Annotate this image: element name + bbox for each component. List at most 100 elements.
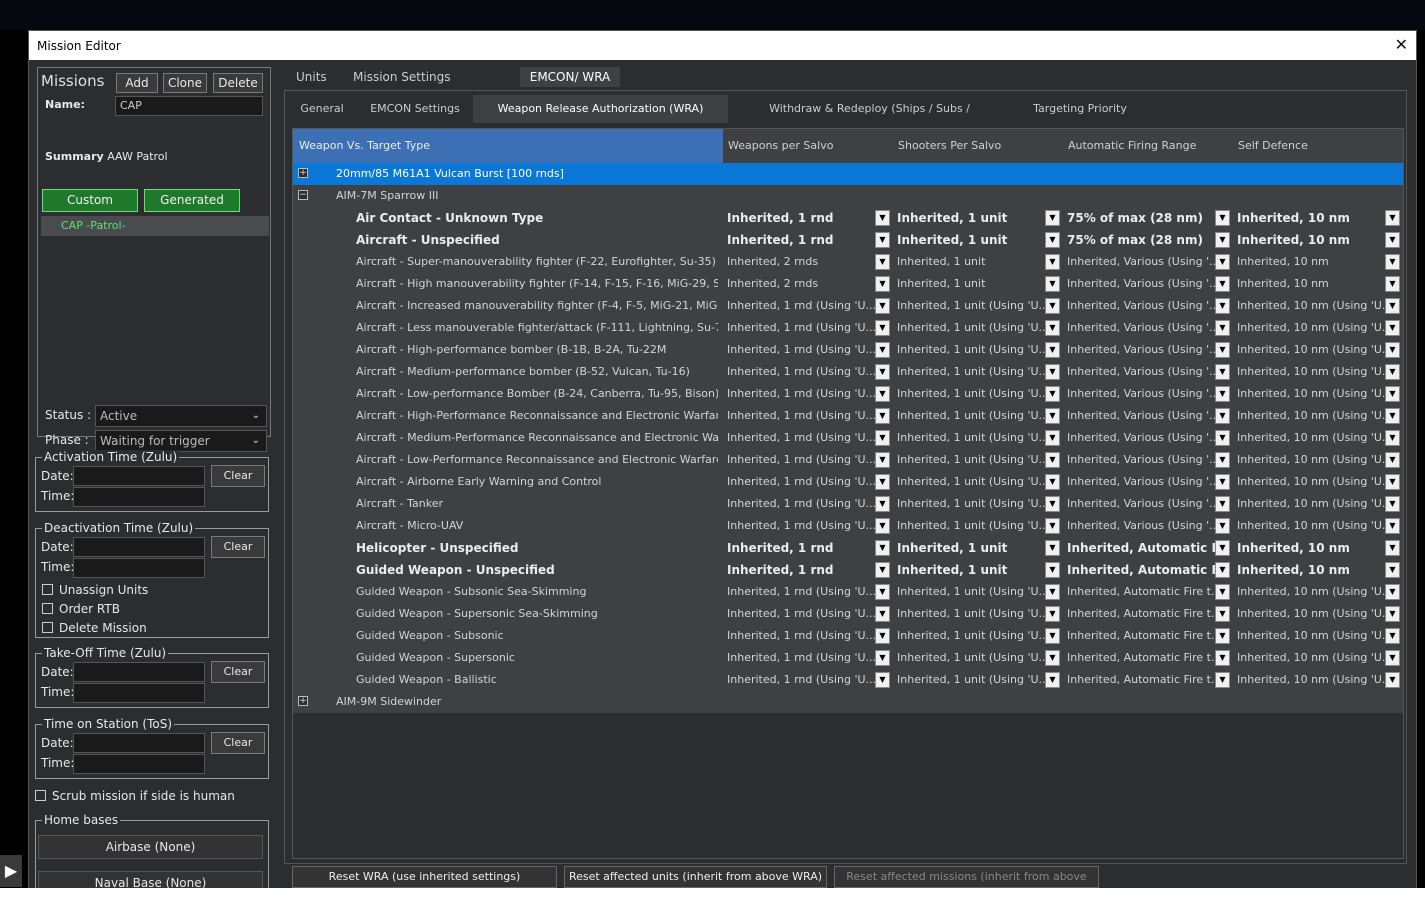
col-self-defence[interactable]: Self Defence (1238, 129, 1308, 163)
dropdown-arrow-icon[interactable]: ▼ (875, 320, 890, 336)
dropdown-arrow-icon[interactable]: ▼ (875, 298, 890, 314)
dropdown-arrow-icon[interactable]: ▼ (1385, 408, 1400, 424)
dropdown-arrow-icon[interactable]: ▼ (875, 254, 890, 270)
dropdown-arrow-icon[interactable]: ▼ (875, 386, 890, 402)
dropdown-arrow-icon[interactable]: ▼ (1385, 298, 1400, 314)
table-row[interactable]: Guided Weapon - Ballistic Inherited, 1 rn… (293, 669, 1403, 691)
activation-clear-button[interactable]: Clear (211, 465, 265, 487)
table-row[interactable]: Guided Weapon - Supersonic Inherited, 1 r… (293, 647, 1403, 669)
tab-mission-settings[interactable]: Mission Settings (353, 67, 463, 87)
dropdown-arrow-icon[interactable]: ▼ (875, 474, 890, 490)
dropdown-arrow-icon[interactable]: ▼ (1045, 232, 1060, 248)
dropdown-arrow-icon[interactable]: ▼ (1045, 364, 1060, 380)
dropdown-arrow-icon[interactable]: ▼ (1385, 342, 1400, 358)
takeoff-clear-button[interactable]: Clear (211, 661, 265, 683)
dropdown-arrow-icon[interactable]: ▼ (1385, 606, 1400, 622)
dropdown-arrow-icon[interactable]: ▼ (1045, 298, 1060, 314)
dropdown-arrow-icon[interactable]: ▼ (1215, 474, 1230, 490)
dropdown-arrow-icon[interactable]: ▼ (1215, 452, 1230, 468)
dropdown-arrow-icon[interactable]: ▼ (1215, 518, 1230, 534)
dropdown-arrow-icon[interactable]: ▼ (1045, 518, 1060, 534)
dropdown-arrow-icon[interactable]: ▼ (1045, 606, 1060, 622)
table-row[interactable]: Helicopter - Unspecified Inherited, 1 rnd… (293, 537, 1403, 559)
dropdown-arrow-icon[interactable]: ▼ (1385, 650, 1400, 666)
deactivation-time-input[interactable] (73, 558, 205, 578)
dropdown-arrow-icon[interactable]: ▼ (1215, 672, 1230, 688)
dropdown-arrow-icon[interactable]: ▼ (1045, 276, 1060, 292)
tab-general[interactable]: General (293, 95, 351, 123)
expand-icon[interactable]: + (298, 696, 308, 706)
tab-withdraw-redeploy[interactable]: Withdraw & Redeploy (Ships / Subs / Land… (757, 95, 982, 143)
col-weapon-vs-target[interactable]: Weapon Vs. Target Type (299, 129, 430, 163)
col-automatic-firing-range[interactable]: Automatic Firing Range (1068, 129, 1196, 163)
airbase-button[interactable]: Airbase (None) (38, 835, 263, 859)
dropdown-arrow-icon[interactable]: ▼ (875, 210, 890, 226)
dropdown-arrow-icon[interactable]: ▼ (1385, 276, 1400, 292)
status-select[interactable]: Active ⌄ (95, 405, 267, 427)
clone-button[interactable]: Clone (163, 73, 207, 93)
dropdown-arrow-icon[interactable]: ▼ (1045, 342, 1060, 358)
dropdown-arrow-icon[interactable]: ▼ (1215, 320, 1230, 336)
dropdown-arrow-icon[interactable]: ▼ (1045, 650, 1060, 666)
dropdown-arrow-icon[interactable]: ▼ (1385, 518, 1400, 534)
activation-date-input[interactable] (73, 466, 205, 486)
table-row[interactable]: Aircraft - Unspecified Inherited, 1 rnd ▼ I… (293, 229, 1403, 251)
dropdown-arrow-icon[interactable]: ▼ (1045, 628, 1060, 644)
dropdown-arrow-icon[interactable]: ▼ (1045, 474, 1060, 490)
phase-select[interactable]: Waiting for trigger ⌄ (95, 430, 267, 452)
custom-button[interactable]: Custom (42, 189, 138, 212)
takeoff-date-input[interactable] (73, 662, 205, 682)
dropdown-arrow-icon[interactable]: ▼ (875, 562, 890, 578)
dropdown-arrow-icon[interactable]: ▼ (875, 342, 890, 358)
dropdown-arrow-icon[interactable]: ▼ (1215, 254, 1230, 270)
dropdown-arrow-icon[interactable]: ▼ (875, 430, 890, 446)
tos-clear-button[interactable]: Clear (211, 732, 265, 754)
dropdown-arrow-icon[interactable]: ▼ (875, 540, 890, 556)
table-row[interactable]: Aircraft - Medium-performance bomber (B-… (293, 361, 1403, 383)
dropdown-arrow-icon[interactable]: ▼ (1215, 496, 1230, 512)
expand-icon[interactable]: + (298, 168, 308, 178)
generated-button[interactable]: Generated (144, 189, 240, 212)
dropdown-arrow-icon[interactable]: ▼ (1045, 584, 1060, 600)
dropdown-arrow-icon[interactable]: ▼ (1045, 452, 1060, 468)
reset-wra-button[interactable]: Reset WRA (use inherited settings) (292, 866, 557, 888)
dropdown-arrow-icon[interactable]: ▼ (1045, 254, 1060, 270)
dropdown-arrow-icon[interactable]: ▼ (875, 672, 890, 688)
dropdown-arrow-icon[interactable]: ▼ (1215, 584, 1230, 600)
dropdown-arrow-icon[interactable]: ▼ (1385, 452, 1400, 468)
dropdown-arrow-icon[interactable]: ▼ (875, 496, 890, 512)
dropdown-arrow-icon[interactable]: ▼ (1045, 386, 1060, 402)
dropdown-arrow-icon[interactable]: ▼ (1045, 562, 1060, 578)
dropdown-arrow-icon[interactable]: ▼ (875, 606, 890, 622)
deactivation-clear-button[interactable]: Clear (211, 536, 265, 558)
scrub-mission-checkbox[interactable]: Scrub mission if side is human (35, 789, 235, 803)
table-row[interactable]: + AIM-9M Sidewinder (293, 691, 1403, 713)
dropdown-arrow-icon[interactable]: ▼ (1045, 430, 1060, 446)
table-row[interactable]: Aircraft - High manouverability fighter … (293, 273, 1403, 295)
dropdown-arrow-icon[interactable]: ▼ (1215, 408, 1230, 424)
dropdown-arrow-icon[interactable]: ▼ (875, 452, 890, 468)
dropdown-arrow-icon[interactable]: ▼ (1385, 584, 1400, 600)
dropdown-arrow-icon[interactable]: ▼ (1385, 672, 1400, 688)
table-row[interactable]: Aircraft - Tanker Inherited, 1 rnd (Using… (293, 493, 1403, 515)
dropdown-arrow-icon[interactable]: ▼ (1385, 386, 1400, 402)
table-row[interactable]: Guided Weapon - Supersonic Sea-Skimming I… (293, 603, 1403, 625)
unassign-units-checkbox[interactable]: Unassign Units (42, 583, 148, 597)
add-button[interactable]: Add (116, 73, 158, 93)
play-icon[interactable]: ▶ (0, 855, 22, 887)
dropdown-arrow-icon[interactable]: ▼ (1215, 562, 1230, 578)
table-row[interactable]: Guided Weapon - Subsonic Sea-Skimming Inh… (293, 581, 1403, 603)
table-row[interactable]: − AIM-7M Sparrow III (293, 185, 1403, 207)
name-input[interactable]: CAP (115, 96, 263, 116)
table-row[interactable]: Aircraft - Medium-Performance Reconnaiss… (293, 427, 1403, 449)
deactivation-date-input[interactable] (73, 537, 205, 557)
dropdown-arrow-icon[interactable]: ▼ (1215, 210, 1230, 226)
dropdown-arrow-icon[interactable]: ▼ (875, 650, 890, 666)
collapse-icon[interactable]: − (298, 190, 308, 200)
dropdown-arrow-icon[interactable]: ▼ (1215, 364, 1230, 380)
dropdown-arrow-icon[interactable]: ▼ (1385, 364, 1400, 380)
dropdown-arrow-icon[interactable]: ▼ (1215, 430, 1230, 446)
mission-list-item[interactable]: CAP -Patrol- (41, 216, 269, 236)
table-row[interactable]: Aircraft - Airborne Early Warning and Co… (293, 471, 1403, 493)
dropdown-arrow-icon[interactable]: ▼ (1215, 342, 1230, 358)
